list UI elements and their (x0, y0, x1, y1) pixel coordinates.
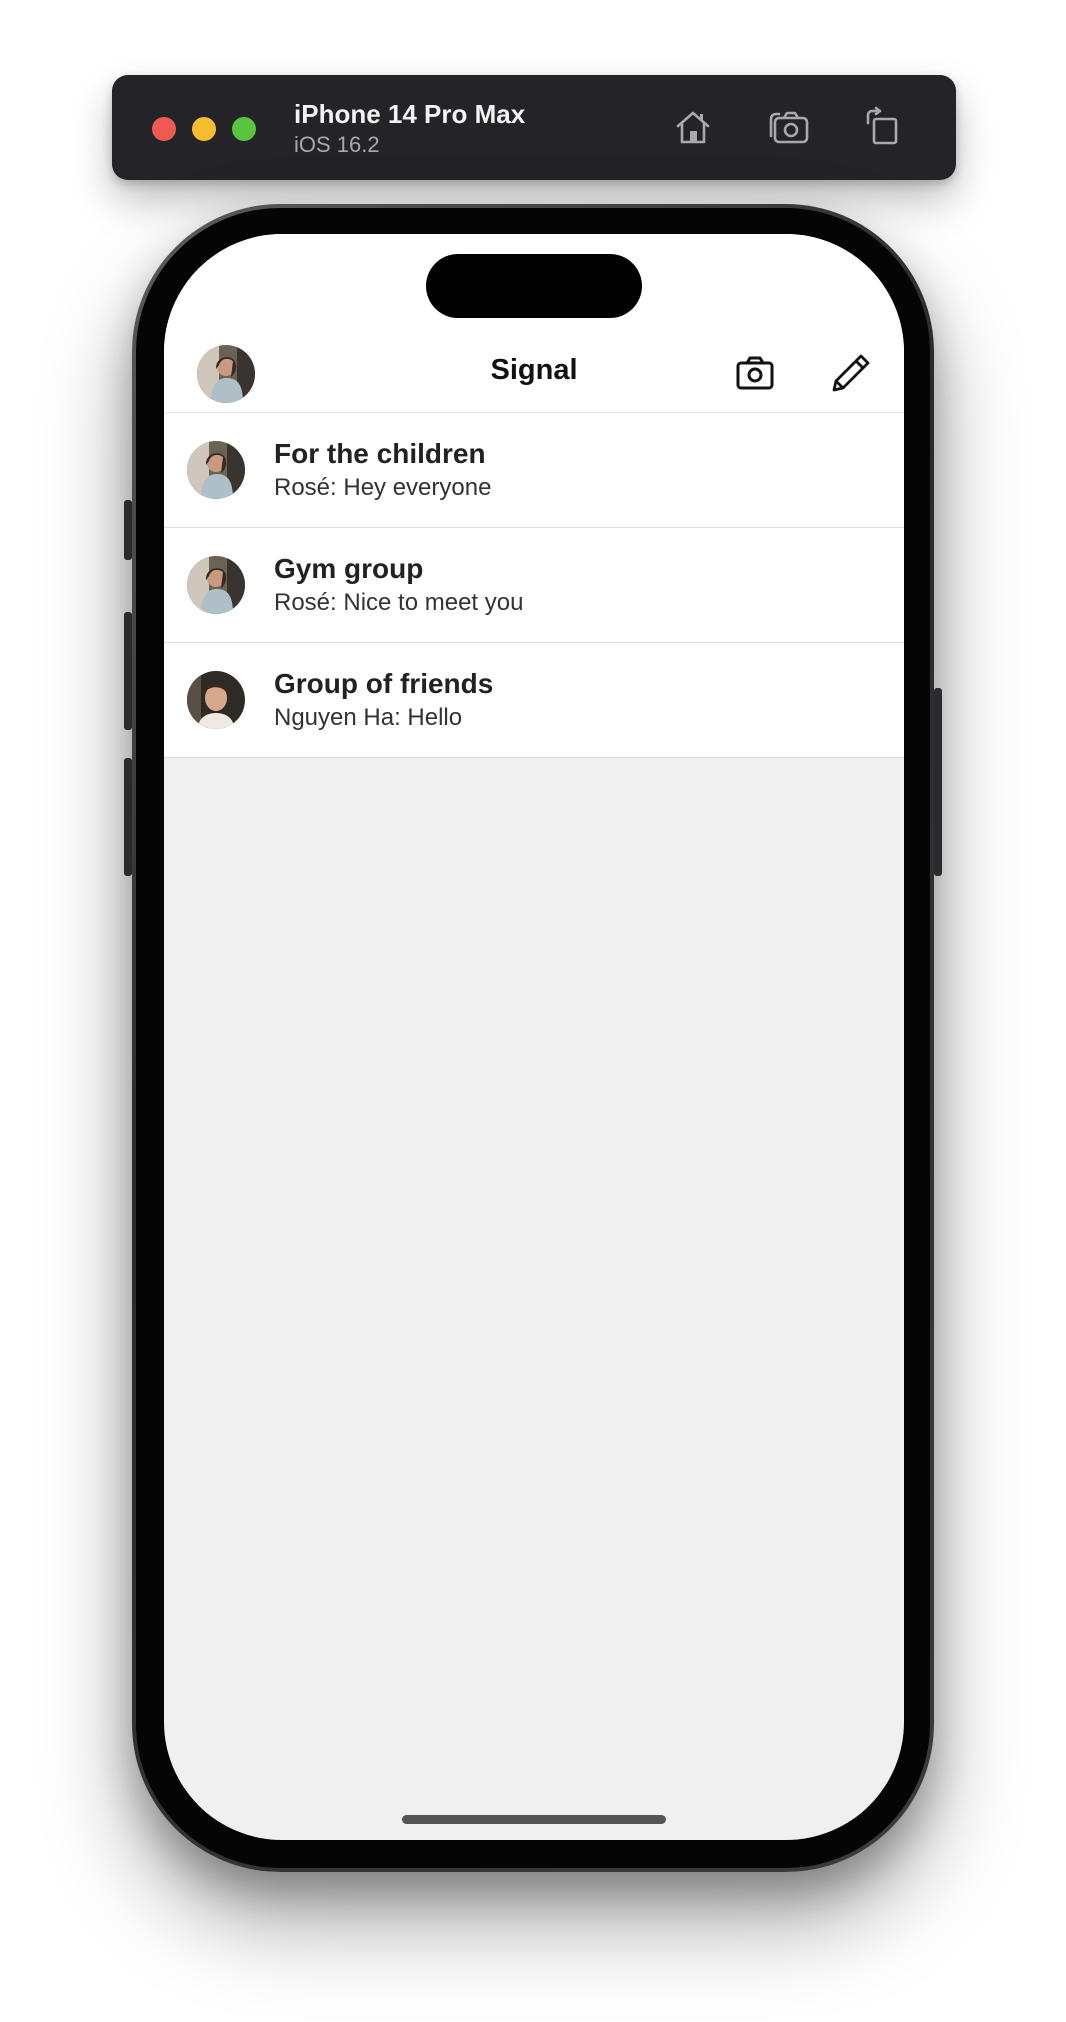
volume-down-button (124, 758, 132, 876)
compose-pencil-icon (832, 354, 870, 392)
conversation-row-gym-group[interactable]: Gym group Rosé: Nice to meet you (164, 528, 904, 643)
device-screen: Signal For the children Rosé: Hey everyo… (164, 234, 904, 1840)
camera-button[interactable] (729, 347, 781, 399)
compose-button[interactable] (825, 347, 877, 399)
woman-avatar-image (187, 556, 245, 614)
conversation-snippet: Rosé: Hey everyone (274, 474, 492, 501)
woman-avatar-image (187, 441, 245, 499)
minimize-window-button[interactable] (192, 117, 216, 141)
conversation-row-for-the-children[interactable]: For the children Rosé: Hey everyone (164, 413, 904, 528)
screenshot-button[interactable] (766, 103, 814, 151)
conversation-name: For the children (274, 438, 486, 469)
conversation-avatar (187, 441, 245, 499)
conversation-row-group-of-friends[interactable]: Group of friends Nguyen Ha: Hello (164, 643, 904, 758)
home-indicator[interactable] (402, 1815, 666, 1824)
conversation-avatar (187, 556, 245, 614)
man-avatar-image (187, 671, 245, 729)
camera-icon (736, 356, 774, 390)
screenshot-icon (769, 111, 809, 144)
conversation-snippet: Rosé: Nice to meet you (274, 589, 524, 616)
dynamic-island (426, 254, 642, 318)
conversation-avatar (187, 671, 245, 729)
home-button[interactable] (669, 103, 717, 151)
power-button (934, 688, 942, 876)
close-window-button[interactable] (152, 117, 176, 141)
rotate-icon (866, 106, 898, 145)
device-name: iPhone 14 Pro Max (294, 99, 526, 129)
home-icon (676, 111, 710, 144)
volume-up-button (124, 612, 132, 730)
zoom-window-button[interactable] (232, 117, 256, 141)
rotate-button[interactable] (859, 103, 907, 151)
app-title: Signal (490, 354, 578, 386)
conversation-name: Gym group (274, 553, 424, 584)
os-version: iOS 16.2 (294, 132, 380, 157)
conversation-name: Group of friends (274, 668, 494, 699)
conversation-list: For the children Rosé: Hey everyone Gym … (164, 413, 904, 758)
conversation-snippet: Nguyen Ha: Hello (274, 704, 463, 731)
simulator-toolbar: iPhone 14 Pro Max iOS 16.2 (112, 75, 956, 180)
simulator-window: iPhone 14 Pro Max iOS 16.2 Signal For th… (0, 0, 1066, 2022)
action-button (124, 500, 132, 560)
